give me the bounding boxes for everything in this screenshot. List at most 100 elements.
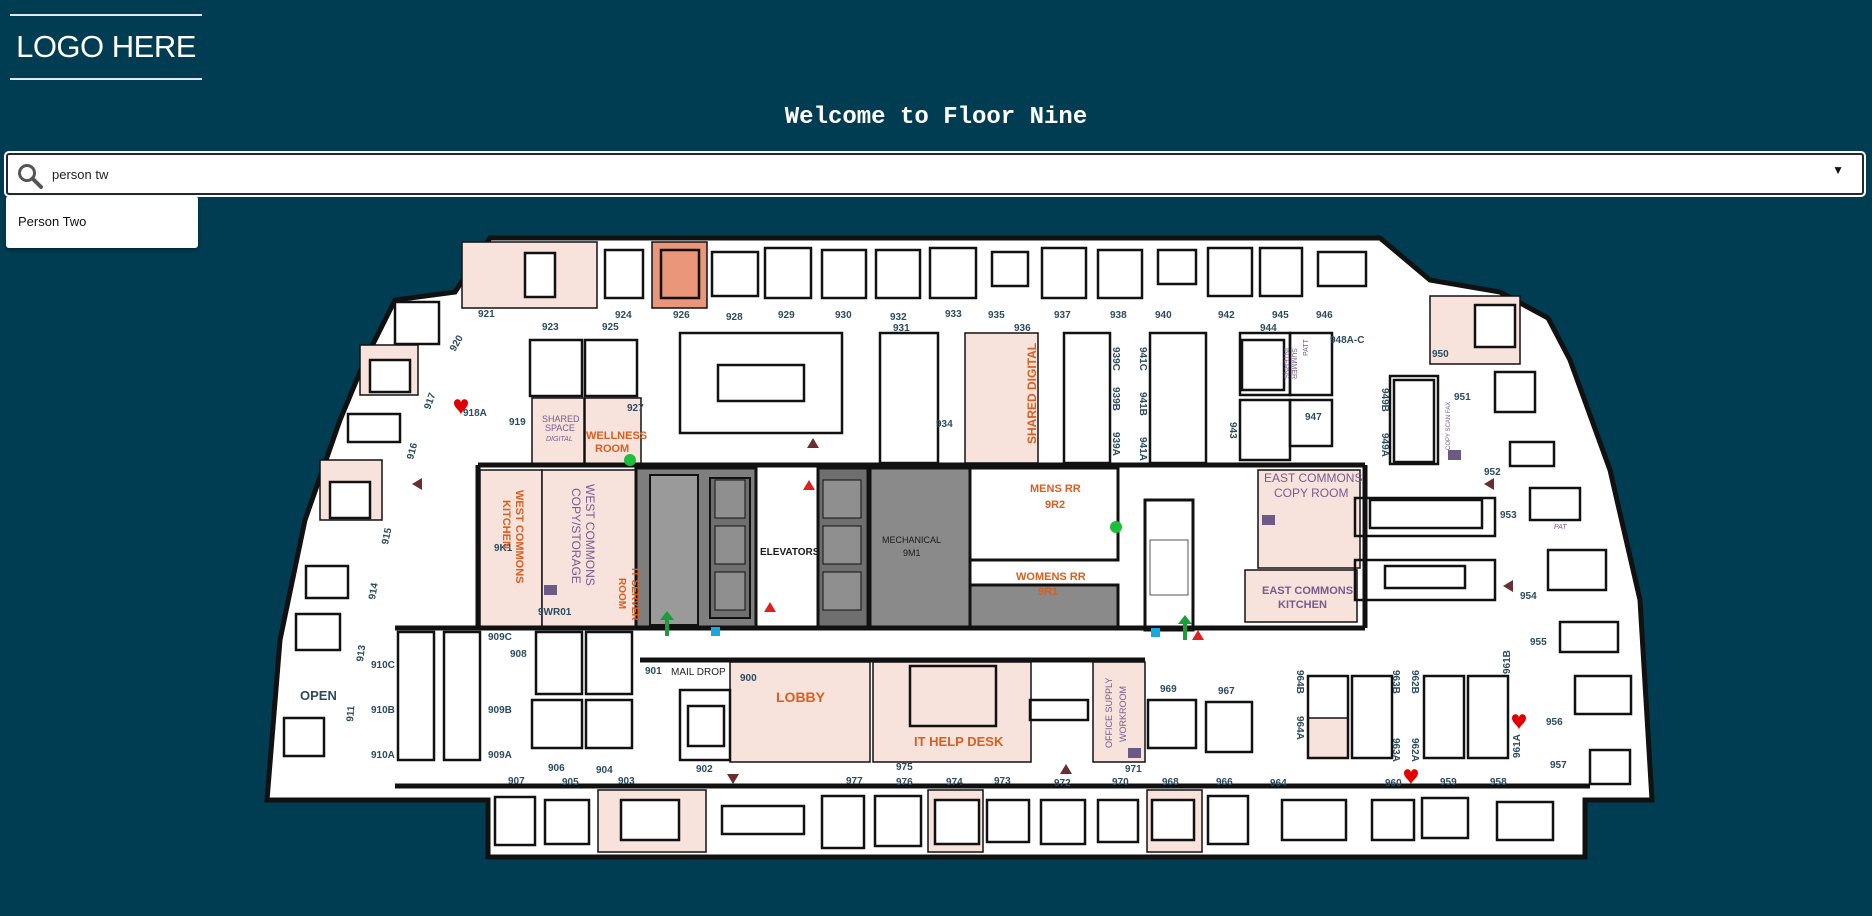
svg-text:963A: 963A xyxy=(1390,738,1401,762)
svg-text:DIGITAL: DIGITAL xyxy=(546,436,573,443)
svg-text:941A: 941A xyxy=(1137,437,1148,461)
svg-text:972: 972 xyxy=(1054,778,1071,789)
svg-text:909C: 909C xyxy=(488,632,512,643)
svg-text:955: 955 xyxy=(1530,637,1547,648)
svg-text:KITCHEN: KITCHEN xyxy=(500,500,512,549)
svg-text:943: 943 xyxy=(1227,422,1238,439)
svg-text:907: 907 xyxy=(508,776,525,787)
svg-text:960: 960 xyxy=(1385,778,1402,789)
svg-text:INTERNS: INTERNS xyxy=(1282,348,1289,379)
svg-text:927: 927 xyxy=(627,403,644,414)
svg-text:MENS RR: MENS RR xyxy=(1030,483,1081,495)
svg-text:910B: 910B xyxy=(371,705,395,716)
svg-text:925: 925 xyxy=(602,322,619,333)
svg-text:963B: 963B xyxy=(1390,670,1401,694)
svg-text:IT HELP DESK: IT HELP DESK xyxy=(914,734,1004,749)
svg-text:901: 901 xyxy=(645,666,662,677)
svg-text:929: 929 xyxy=(778,310,795,321)
svg-text:906: 906 xyxy=(548,763,565,774)
svg-text:954: 954 xyxy=(1520,591,1537,602)
svg-text:908: 908 xyxy=(510,649,527,660)
printer-icon xyxy=(1448,450,1461,460)
svg-text:961B: 961B xyxy=(1502,650,1513,674)
svg-text:942: 942 xyxy=(1218,310,1235,321)
aed-icon xyxy=(711,627,720,636)
svg-text:SHARED DIGITAL: SHARED DIGITAL xyxy=(1025,343,1039,444)
svg-text:966: 966 xyxy=(1216,777,1233,788)
svg-text:WORKROOM: WORKROOM xyxy=(1118,686,1128,742)
svg-text:905: 905 xyxy=(562,777,579,788)
svg-text:MECHANICAL: MECHANICAL xyxy=(882,535,941,545)
svg-text:919: 919 xyxy=(509,417,526,428)
svg-text:918A: 918A xyxy=(463,408,487,419)
svg-text:962B: 962B xyxy=(1409,670,1420,694)
svg-text:958: 958 xyxy=(1490,777,1507,788)
svg-text:946: 946 xyxy=(1316,310,1333,321)
svg-text:933: 933 xyxy=(945,309,962,320)
svg-text:EAST COMMONS: EAST COMMONS xyxy=(1264,471,1362,485)
svg-text:ELEVATORS: ELEVATORS xyxy=(760,547,820,558)
svg-text:971: 971 xyxy=(1125,764,1142,775)
svg-text:PAT: PAT xyxy=(1554,524,1567,531)
svg-text:SUMMER: SUMMER xyxy=(1290,348,1297,379)
svg-text:947: 947 xyxy=(1305,412,1322,423)
svg-text:964A: 964A xyxy=(1294,716,1305,740)
svg-text:973: 973 xyxy=(994,776,1011,787)
svg-text:COPY/STORAGE: COPY/STORAGE xyxy=(569,488,583,584)
printer-icon xyxy=(1262,515,1275,525)
svg-text:9M1: 9M1 xyxy=(903,548,921,558)
svg-text:9R2: 9R2 xyxy=(1045,499,1065,511)
svg-text:941C: 941C xyxy=(1137,347,1148,371)
svg-text:9WR01: 9WR01 xyxy=(538,607,572,618)
svg-text:SPACE: SPACE xyxy=(545,423,575,433)
svg-text:935: 935 xyxy=(988,310,1005,321)
printer-icon xyxy=(544,585,557,595)
svg-text:934: 934 xyxy=(936,419,953,430)
svg-text:909A: 909A xyxy=(488,750,512,761)
svg-text:949A: 949A xyxy=(1379,433,1390,457)
svg-text:WELLNESS: WELLNESS xyxy=(586,430,647,442)
svg-text:IT SERVER: IT SERVER xyxy=(629,568,640,621)
svg-text:968: 968 xyxy=(1162,777,1179,788)
svg-text:902: 902 xyxy=(696,764,713,775)
svg-text:970: 970 xyxy=(1112,777,1129,788)
svg-text:WOMENS RR: WOMENS RR xyxy=(1016,571,1086,583)
svg-text:MAIL DROP: MAIL DROP xyxy=(671,667,726,678)
svg-text:931: 931 xyxy=(893,323,910,334)
svg-text:962A: 962A xyxy=(1409,738,1420,762)
svg-text:977: 977 xyxy=(846,776,863,787)
svg-text:953: 953 xyxy=(1500,510,1517,521)
svg-text:923: 923 xyxy=(542,322,559,333)
svg-text:OPEN: OPEN xyxy=(300,688,337,703)
svg-text:964: 964 xyxy=(1270,778,1287,789)
svg-text:921: 921 xyxy=(478,309,495,320)
svg-text:LOBBY: LOBBY xyxy=(776,689,826,705)
svg-text:951: 951 xyxy=(1454,392,1471,403)
svg-text:930: 930 xyxy=(835,310,852,321)
svg-text:KITCHEN: KITCHEN xyxy=(1278,599,1327,611)
svg-text:COPY ROOM: COPY ROOM xyxy=(1274,486,1348,500)
first-aid-icon xyxy=(624,454,636,466)
svg-text:957: 957 xyxy=(1550,760,1567,771)
svg-text:EAST COMMONS: EAST COMMONS xyxy=(1262,585,1353,597)
svg-text:910A: 910A xyxy=(371,750,395,761)
svg-text:950: 950 xyxy=(1432,349,1449,360)
svg-text:936: 936 xyxy=(1014,323,1031,334)
svg-text:926: 926 xyxy=(673,310,690,321)
svg-text:911: 911 xyxy=(345,705,357,722)
svg-text:944: 944 xyxy=(1260,323,1277,334)
svg-text:959: 959 xyxy=(1440,777,1457,788)
svg-text:945: 945 xyxy=(1272,310,1289,321)
svg-text:WEST COMMONS: WEST COMMONS xyxy=(513,490,525,584)
svg-text:909B: 909B xyxy=(488,705,512,716)
svg-text:9R1: 9R1 xyxy=(1038,586,1058,598)
svg-text:ROOM: ROOM xyxy=(616,578,627,609)
printer-icon xyxy=(1128,748,1141,758)
first-aid-icon xyxy=(1110,521,1122,533)
svg-text:928: 928 xyxy=(726,312,743,323)
floor-plan: 921 923 924 925 926 928 929 930 931 932 … xyxy=(264,235,1655,860)
svg-text:939C: 939C xyxy=(1110,347,1121,371)
svg-text:OFFICE SUPPLY: OFFICE SUPPLY xyxy=(1104,678,1114,748)
svg-text:975: 975 xyxy=(896,762,913,773)
svg-text:924: 924 xyxy=(615,310,632,321)
